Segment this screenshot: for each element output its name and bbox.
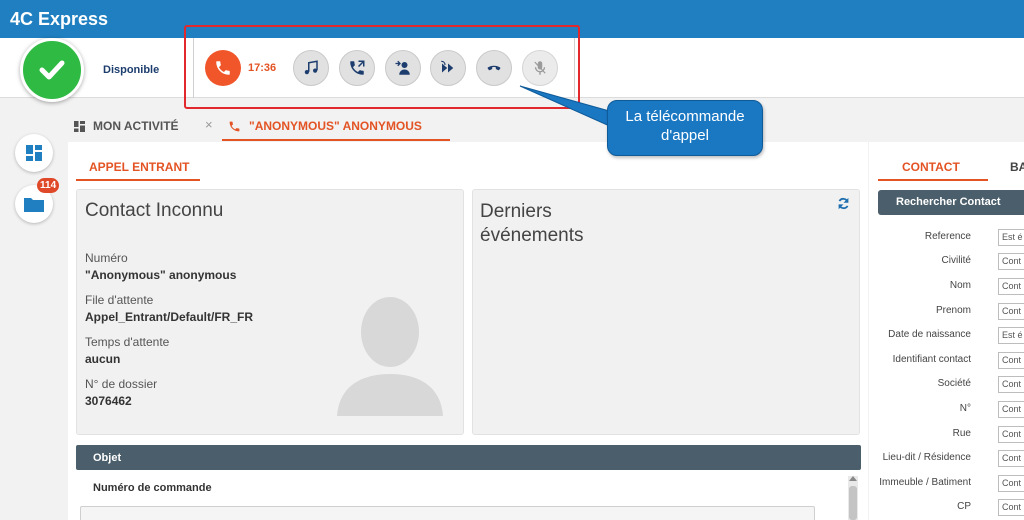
events-card-title: Derniers événements xyxy=(480,200,584,248)
tab-appel-entrant[interactable]: APPEL ENTRANT xyxy=(89,160,189,174)
numero-filter-input[interactable]: Cont xyxy=(998,401,1024,418)
form-row-reference: Reference Est é xyxy=(878,229,1024,247)
form-label: Prenom xyxy=(935,305,971,316)
scroll-up-icon[interactable] xyxy=(849,476,857,481)
refresh-icon[interactable] xyxy=(837,197,850,210)
events-title-line2: événements xyxy=(480,225,584,246)
form-row-prenom: Prenom Cont xyxy=(878,303,1024,321)
rue-filter-input[interactable]: Cont xyxy=(998,426,1024,443)
form-label: Date de naissance xyxy=(888,329,971,340)
form-label: Reference xyxy=(924,231,971,242)
callout-text: La télécommande d'appel xyxy=(625,108,745,144)
form-row-cp: CP Cont xyxy=(878,499,1024,517)
field-label-file: File d'attente xyxy=(85,293,154,307)
field-value-temps: aucun xyxy=(85,352,121,366)
field-value-numero: "Anonymous" anonymous xyxy=(85,268,237,282)
objet-section-header: Objet xyxy=(76,445,861,470)
right-tab-indicator xyxy=(878,179,988,181)
form-row-lieu-dit: Lieu-dit / Résidence Cont xyxy=(878,450,1024,468)
field-label-dossier: N° de dossier xyxy=(85,377,158,391)
date-naissance-filter-input[interactable]: Est é xyxy=(998,327,1024,344)
tab-anonymous-call[interactable]: "ANONYMOUS" ANONYMOUS xyxy=(228,119,422,133)
grid-icon xyxy=(74,120,85,132)
form-label: Identifiant contact xyxy=(892,354,971,365)
form-row-date-naissance: Date de naissance Est é xyxy=(878,327,1024,345)
form-row-immeuble: Immeuble / Batiment Cont xyxy=(878,475,1024,493)
form-row-societe: Société Cont xyxy=(878,376,1024,394)
form-label: Rue xyxy=(952,428,971,439)
form-row-nom: Nom Cont xyxy=(878,278,1024,296)
tab-call-label: "ANONYMOUS" ANONYMOUS xyxy=(249,119,422,133)
app-title: 4C Express xyxy=(10,9,109,29)
prenom-filter-input[interactable]: Cont xyxy=(998,303,1024,320)
tab-mon-activite[interactable]: MON ACTIVITÉ xyxy=(74,119,179,133)
societe-filter-input[interactable]: Cont xyxy=(998,376,1024,393)
tab-contact[interactable]: CONTACT xyxy=(902,160,960,174)
identifiant-filter-input[interactable]: Cont xyxy=(998,352,1024,369)
form-row-rue: Rue Cont xyxy=(878,426,1024,444)
form-label: Lieu-dit / Résidence xyxy=(882,452,971,463)
numero-commande-label: Numéro de commande xyxy=(93,482,212,494)
availability-status-button[interactable] xyxy=(20,38,84,102)
phone-icon xyxy=(229,121,240,131)
status-label: Disponible xyxy=(103,64,160,76)
numero-commande-input[interactable] xyxy=(80,506,815,520)
search-contact-header: Rechercher Contact xyxy=(878,190,1024,215)
remote-highlight-frame xyxy=(184,25,580,109)
form-label: CP xyxy=(957,501,971,512)
checkmark-icon xyxy=(39,60,65,80)
search-contact-title: Rechercher Contact xyxy=(896,196,1001,208)
civilite-filter-input[interactable]: Cont xyxy=(998,253,1024,270)
form-label: Civilité xyxy=(941,255,971,266)
folder-icon xyxy=(24,198,44,212)
form-row-numero: N° Cont xyxy=(878,401,1024,419)
field-value-dossier: 3076462 xyxy=(85,394,132,408)
dashboard-button[interactable] xyxy=(15,134,53,172)
tab-ba[interactable]: BA xyxy=(1010,160,1024,174)
field-value-file: Appel_Entrant/Default/FR_FR xyxy=(85,310,254,324)
active-tab-indicator xyxy=(222,139,450,141)
dashboard-icon xyxy=(26,145,42,161)
field-label-temps: Temps d'attente xyxy=(85,335,170,349)
form-label: Nom xyxy=(949,280,971,291)
nom-filter-input[interactable]: Cont xyxy=(998,278,1024,295)
field-label-numero: Numéro xyxy=(85,251,128,265)
close-tab-icon[interactable]: × xyxy=(205,117,213,132)
tab-activity-label: MON ACTIVITÉ xyxy=(93,119,179,133)
callout-tooltip: La télécommande d'appel xyxy=(607,100,763,156)
avatar-placeholder-icon xyxy=(337,297,443,416)
events-title-line1: Derniers xyxy=(480,201,552,222)
form-label: N° xyxy=(959,403,971,414)
form-label: Immeuble / Batiment xyxy=(879,477,971,488)
form-row-civilite: Civilité Cont xyxy=(878,253,1024,271)
scroll-thumb[interactable] xyxy=(849,486,857,520)
cp-filter-input[interactable]: Cont xyxy=(998,499,1024,516)
form-row-identifiant: Identifiant contact Cont xyxy=(878,352,1024,370)
immeuble-filter-input[interactable]: Cont xyxy=(998,475,1024,492)
contact-card-title: Contact Inconnu xyxy=(85,200,224,221)
lieu-dit-filter-input[interactable]: Cont xyxy=(998,450,1024,467)
form-label: Société xyxy=(937,378,971,389)
reference-filter-input[interactable]: Est é xyxy=(998,229,1024,246)
sub-tab-indicator xyxy=(76,179,200,181)
objet-header-label: Objet xyxy=(93,452,122,464)
folders-count-badge: 114 xyxy=(37,178,60,193)
